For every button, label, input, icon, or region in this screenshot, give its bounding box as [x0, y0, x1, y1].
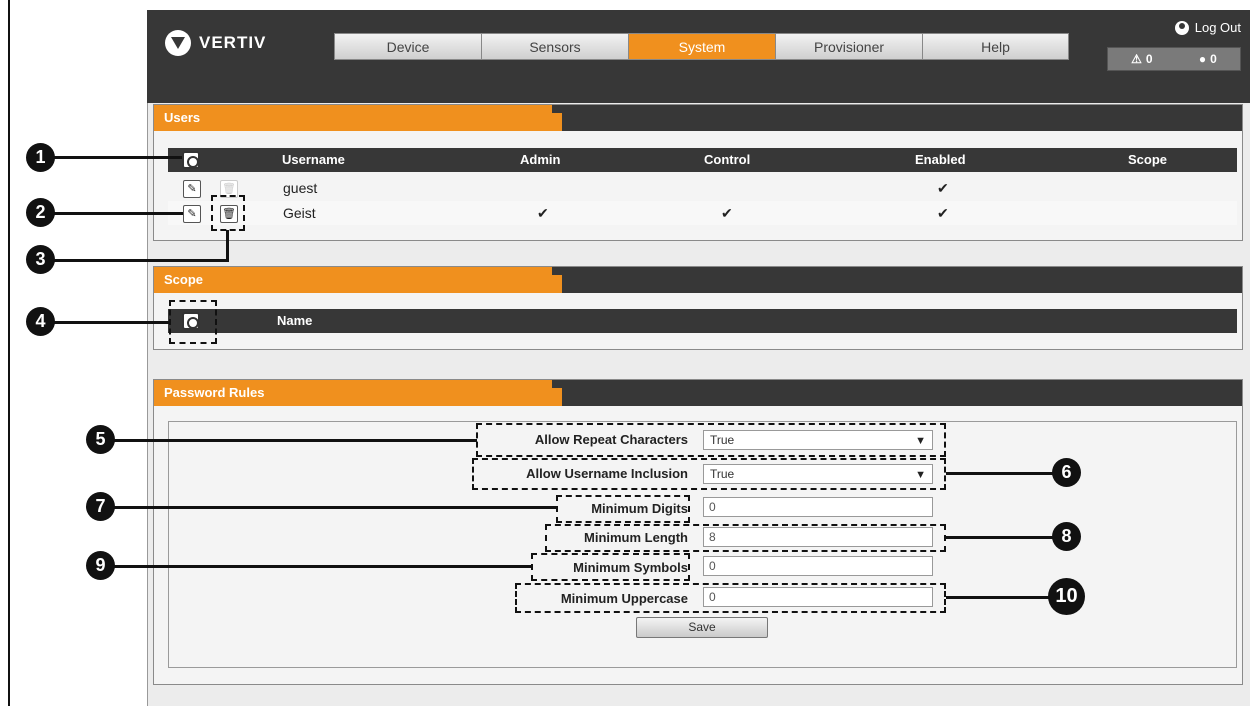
info-count: 0	[1210, 52, 1217, 66]
allow-repeat-value: True	[710, 433, 735, 447]
user-row-enabled: ✔	[937, 205, 949, 221]
user-row-admin: ✔	[537, 205, 549, 221]
chevron-down-icon: ▼	[915, 435, 926, 447]
callout-leader-4	[50, 321, 170, 324]
callout-badge-3: 3	[26, 245, 55, 274]
scope-panel: Scope	[153, 266, 1243, 350]
callout-badge-4: 4	[26, 307, 55, 336]
callout-leader-10	[946, 596, 1052, 599]
min-digits-input[interactable]: 0	[703, 497, 933, 517]
callout-highlight-3	[211, 195, 245, 231]
callout-badge-5: 5	[86, 425, 115, 454]
scope-grid-header: Name	[168, 309, 1237, 333]
callout-leader-3	[50, 259, 229, 262]
callout-badge-8: 8	[1052, 522, 1081, 551]
password-rules-panel-title: Password Rules	[154, 380, 562, 406]
callout-leader-9	[110, 565, 532, 568]
min-symbols-input[interactable]: 0	[703, 556, 933, 576]
logout-label: Log Out	[1194, 20, 1241, 35]
callout-leader-7	[110, 506, 557, 509]
tab-help[interactable]: Help	[922, 33, 1069, 60]
min-length-label: Minimum Length	[584, 530, 688, 545]
user-row-control: ✔	[721, 205, 733, 221]
brand-name: VERTIV	[199, 33, 267, 52]
warning-icon: ⚠	[1131, 52, 1142, 66]
vertiv-logo: VERTIV	[165, 28, 266, 58]
allow-username-select[interactable]: True ▼	[703, 464, 933, 484]
tab-device[interactable]: Device	[334, 33, 481, 60]
tab-provisioner[interactable]: Provisioner	[775, 33, 922, 60]
callout-badge-1: 1	[26, 143, 55, 172]
callout-leader-2	[50, 212, 183, 215]
scope-panel-header: Scope	[154, 267, 1242, 293]
save-button[interactable]: Save	[636, 617, 768, 638]
callout-leader-8	[946, 536, 1056, 539]
col-username: Username	[282, 152, 345, 167]
min-uppercase-input[interactable]: 0	[703, 587, 933, 607]
callout-leader-5	[110, 439, 477, 442]
min-symbols-label: Minimum Symbols	[573, 560, 688, 575]
col-name: Name	[277, 313, 313, 328]
user-row-username: Geist	[283, 205, 316, 221]
chevron-down-icon: ▼	[915, 469, 926, 481]
callout-leader-3-vertical	[226, 230, 229, 261]
users-grid-header: Username Admin Control Enabled Scope	[168, 148, 1237, 172]
callout-leader-6	[946, 472, 1056, 475]
col-enabled: Enabled	[915, 152, 966, 167]
info-alarm[interactable]: ● 0	[1199, 52, 1217, 66]
info-icon: ●	[1198, 52, 1207, 66]
callout-highlight-4	[169, 300, 217, 344]
callout-badge-6: 6	[1052, 458, 1081, 487]
warning-alarm[interactable]: ⚠ 0	[1131, 52, 1152, 66]
scope-panel-title: Scope	[154, 267, 562, 293]
user-row-enabled: ✔	[937, 180, 949, 196]
edit-user-button[interactable]: ✎	[183, 180, 201, 198]
warning-count: 0	[1145, 52, 1153, 66]
user-row-username: guest	[283, 180, 318, 196]
alarm-summary[interactable]: ⚠ 0 ● 0	[1107, 47, 1241, 71]
allow-repeat-label: Allow Repeat Characters	[534, 432, 688, 447]
vertiv-logo-icon	[165, 30, 191, 56]
table-row	[168, 201, 1237, 225]
min-length-input[interactable]: 8	[703, 527, 933, 547]
edit-user-button[interactable]: ✎	[183, 205, 201, 223]
callout-badge-10: 10	[1048, 578, 1085, 615]
callout-leader-1	[50, 156, 182, 159]
allow-repeat-select[interactable]: True ▼	[703, 430, 933, 450]
col-admin: Admin	[520, 152, 561, 167]
allow-username-label: Allow Username Inclusion	[526, 466, 688, 481]
main-nav-tabs: Device Sensors System Provisioner Help	[334, 33, 1069, 60]
col-control: Control	[704, 152, 751, 167]
tab-sensors[interactable]: Sensors	[481, 33, 628, 60]
callout-badge-2: 2	[26, 198, 55, 227]
callout-badge-9: 9	[86, 551, 115, 580]
users-panel-title: Users	[154, 105, 562, 131]
user-icon	[1174, 20, 1189, 35]
users-panel-header: Users	[154, 105, 1242, 131]
col-scope: Scope	[1128, 152, 1168, 167]
callout-badge-7: 7	[86, 492, 115, 521]
tab-system[interactable]: System	[628, 33, 775, 60]
logout-link[interactable]: Log Out	[1174, 20, 1241, 35]
min-digits-label: Minimum Digits	[591, 501, 688, 516]
add-user-button[interactable]	[182, 151, 200, 169]
password-rules-panel-header: Password Rules	[154, 380, 1242, 406]
allow-username-value: True	[710, 467, 735, 481]
min-uppercase-label: Minimum Uppercase	[560, 591, 688, 606]
